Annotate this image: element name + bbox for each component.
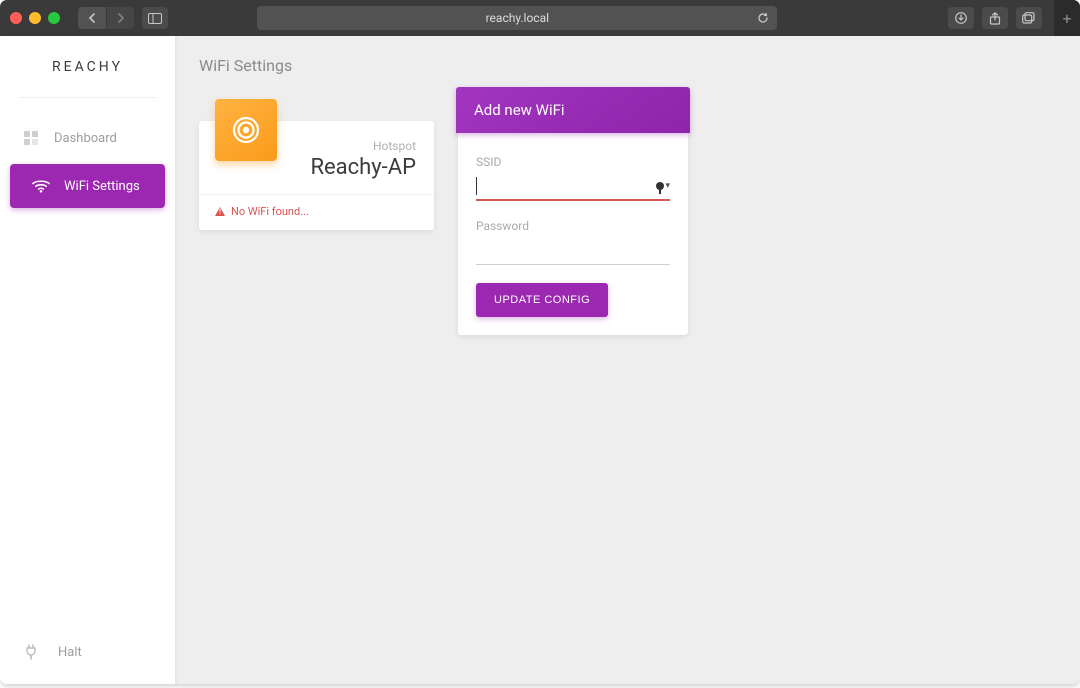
password-input[interactable]: [476, 237, 652, 264]
warning-text: No WiFi found...: [231, 205, 309, 218]
text-cursor: [476, 177, 477, 195]
ssid-dropdown-trigger[interactable]: ▾: [656, 181, 670, 191]
minimize-window-button[interactable]: [29, 12, 41, 24]
url-text: reachy.local: [486, 11, 549, 25]
sidebar-item-wifi-settings[interactable]: WiFi Settings: [10, 164, 165, 208]
key-icon: [656, 182, 664, 190]
download-icon: [955, 12, 967, 24]
hotspot-badge: [215, 99, 277, 161]
tabs-overview-button[interactable]: [1016, 7, 1042, 29]
brand-title: REACHY: [18, 36, 157, 98]
main-content: WiFi Settings Hotspot Reachy-AP: [175, 36, 1080, 684]
ssid-label: SSID: [476, 155, 670, 169]
sidebar-item-label: Dashboard: [54, 131, 117, 146]
titlebar-right-controls: +: [948, 0, 1070, 36]
hotspot-icon: [231, 115, 261, 145]
wifi-warning: No WiFi found...: [199, 195, 434, 222]
warning-icon: [215, 207, 225, 216]
update-config-button[interactable]: UPDATE CONFIG: [476, 283, 608, 317]
close-window-button[interactable]: [10, 12, 22, 24]
share-icon: [989, 12, 1001, 25]
forward-button[interactable]: [106, 7, 134, 29]
page-title: WiFi Settings: [199, 56, 1056, 75]
chevron-right-icon: [116, 13, 126, 23]
page-viewport: REACHY Dashboard WiFi Settings: [0, 36, 1080, 684]
sidebar-nav: Dashboard WiFi Settings: [0, 98, 175, 212]
maximize-window-button[interactable]: [48, 12, 60, 24]
new-tab-button[interactable]: +: [1054, 0, 1080, 36]
sidebar-item-label: WiFi Settings: [64, 179, 140, 194]
sidebar-icon: [148, 13, 162, 24]
reload-icon: [757, 12, 769, 24]
form-title: Add new WiFi: [456, 87, 690, 133]
ssid-input[interactable]: [476, 173, 652, 199]
password-label: Password: [476, 219, 670, 233]
nav-back-forward: [78, 7, 134, 29]
halt-label: Halt: [58, 645, 82, 660]
dashboard-icon: [20, 130, 42, 146]
wifi-icon: [30, 179, 52, 193]
plug-icon: [24, 644, 46, 660]
app-sidebar: REACHY Dashboard WiFi Settings: [0, 36, 175, 684]
downloads-button[interactable]: [948, 7, 974, 29]
chevron-down-icon: ▾: [665, 181, 670, 191]
share-button[interactable]: [982, 7, 1008, 29]
back-button[interactable]: [78, 7, 106, 29]
hotspot-status-card: Hotspot Reachy-AP No WiFi found...: [199, 121, 434, 230]
cards-row: Hotspot Reachy-AP No WiFi found... Add n…: [199, 97, 1056, 335]
window-controls: [10, 12, 60, 24]
sidebar-item-halt[interactable]: Halt: [0, 644, 175, 684]
reload-button[interactable]: [757, 12, 769, 24]
sidebar-item-dashboard[interactable]: Dashboard: [0, 116, 175, 160]
sidebar-toggle-button[interactable]: [142, 7, 168, 29]
address-bar[interactable]: reachy.local: [257, 6, 777, 30]
add-wifi-card: Add new WiFi SSID ▾ Password: [458, 97, 688, 335]
password-input-wrap: [476, 237, 670, 265]
browser-window: reachy.local + REACHY: [0, 0, 1080, 684]
ssid-input-wrap: ▾: [476, 173, 670, 201]
browser-titlebar: reachy.local +: [0, 0, 1080, 36]
chevron-left-icon: [87, 13, 97, 23]
tabs-icon: [1022, 12, 1035, 24]
